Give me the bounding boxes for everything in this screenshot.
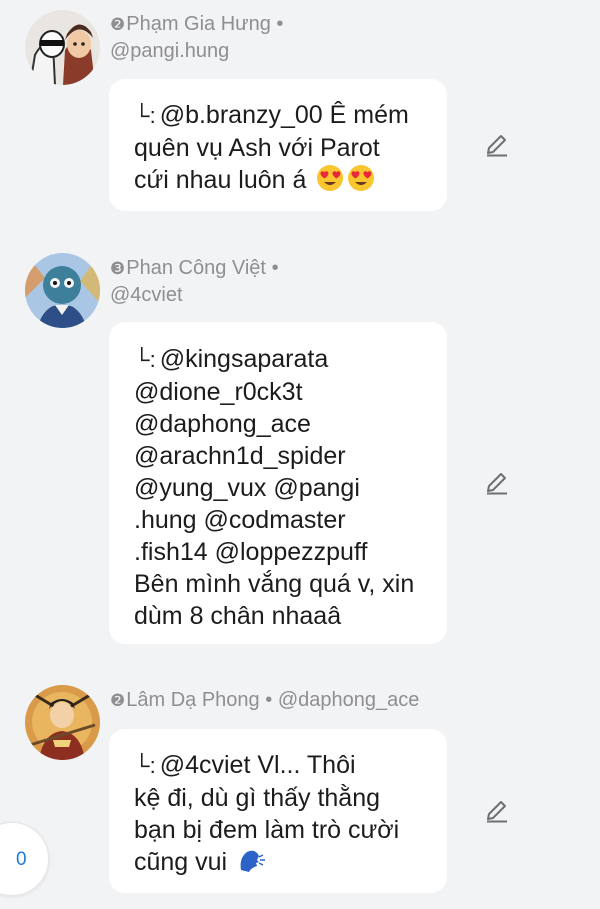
- comment-text-line: @kingsaparata: [159, 345, 329, 373]
- author-handle[interactable]: @daphong_ace: [278, 689, 420, 711]
- avatar-image: [25, 10, 100, 85]
- comment-bubble[interactable]: └: @b.branzy_00 Ê mém quên vụ Ash với Par…: [109, 79, 447, 211]
- author-handle[interactable]: @4cviet: [110, 282, 183, 309]
- rank-badge: ❷: [110, 691, 126, 710]
- author-handle[interactable]: @pangi.hung: [110, 38, 229, 65]
- comment-count-button[interactable]: 0: [0, 822, 49, 896]
- reply-icon: └:: [134, 753, 156, 778]
- comment-text-line: Bên mình vắng quá v, xin: [134, 570, 415, 598]
- comment-text-line: @arachn1d_spider: [134, 442, 346, 470]
- comment-text-line: .fish14 @loppezzpuff: [134, 538, 368, 566]
- meta-separator: •: [265, 689, 273, 711]
- comment-text-line: kệ đi, dù gì thấy thằng: [134, 784, 381, 812]
- comment-text-line: @yung_vux @pangi: [134, 474, 360, 502]
- pencil-icon: [487, 135, 507, 157]
- rank-badge: ❸: [110, 259, 126, 278]
- comment-text-line: bạn bị đem làm trò cười: [134, 816, 400, 844]
- comment-meta: ❸Phan Công Việt •: [110, 255, 279, 282]
- avatar-pham-gia-hung[interactable]: [25, 10, 100, 85]
- author-name[interactable]: Phạm Gia Hưng: [126, 13, 271, 35]
- avatar-lam-da-phong[interactable]: [25, 685, 100, 760]
- pencil-icon: [487, 801, 507, 823]
- comment-meta: ❷Phạm Gia Hưng •: [110, 11, 283, 38]
- comment-count: 0: [16, 849, 27, 870]
- comment-text-line: @daphong_ace: [134, 410, 311, 438]
- edit-button[interactable]: [483, 131, 511, 159]
- edit-button[interactable]: [483, 469, 511, 497]
- comment-text-line: @4cviet Vl... Thôi: [159, 751, 356, 779]
- heart-eyes-emoji-icon: [348, 165, 375, 191]
- comment-text-line: .hung @codmaster: [134, 506, 346, 534]
- comment-text-line: cũng vui: [134, 848, 228, 876]
- rank-badge: ❷: [110, 15, 126, 34]
- meta-separator: •: [276, 13, 284, 35]
- comment-meta: ❷Lâm Dạ Phong • @daphong_ace: [110, 687, 419, 714]
- edit-button[interactable]: [483, 797, 511, 825]
- avatar-phan-cong-viet[interactable]: [25, 253, 100, 328]
- author-name[interactable]: Phan Công Việt: [126, 257, 266, 279]
- comment-text-line: cứi nhau luôn á: [134, 166, 307, 194]
- avatar-image: [25, 685, 100, 760]
- comment-text-line: @b.branzy_00 Ê mém: [159, 101, 409, 129]
- avatar-image: [25, 253, 100, 328]
- speaking-head-emoji-icon: [240, 850, 266, 872]
- reply-icon: └:: [134, 103, 156, 128]
- meta-separator: •: [271, 257, 279, 279]
- reply-icon: └:: [134, 347, 156, 372]
- comment-bubble[interactable]: └: @kingsaparata @dione_r0ck3t @daphong_a…: [109, 322, 447, 644]
- comment-text-line: @dione_r0ck3t: [134, 378, 303, 406]
- comment-text-line: quên vụ Ash với Parot: [134, 134, 380, 162]
- author-name[interactable]: Lâm Dạ Phong: [126, 689, 259, 711]
- comment-bubble[interactable]: └: @4cviet Vl... Thôi kệ đi, dù gì thấy t…: [109, 729, 447, 893]
- comment-text-line: dùm 8 chân nhaaâ: [134, 602, 342, 630]
- pencil-icon: [487, 473, 507, 495]
- heart-eyes-emoji-icon: [317, 165, 344, 191]
